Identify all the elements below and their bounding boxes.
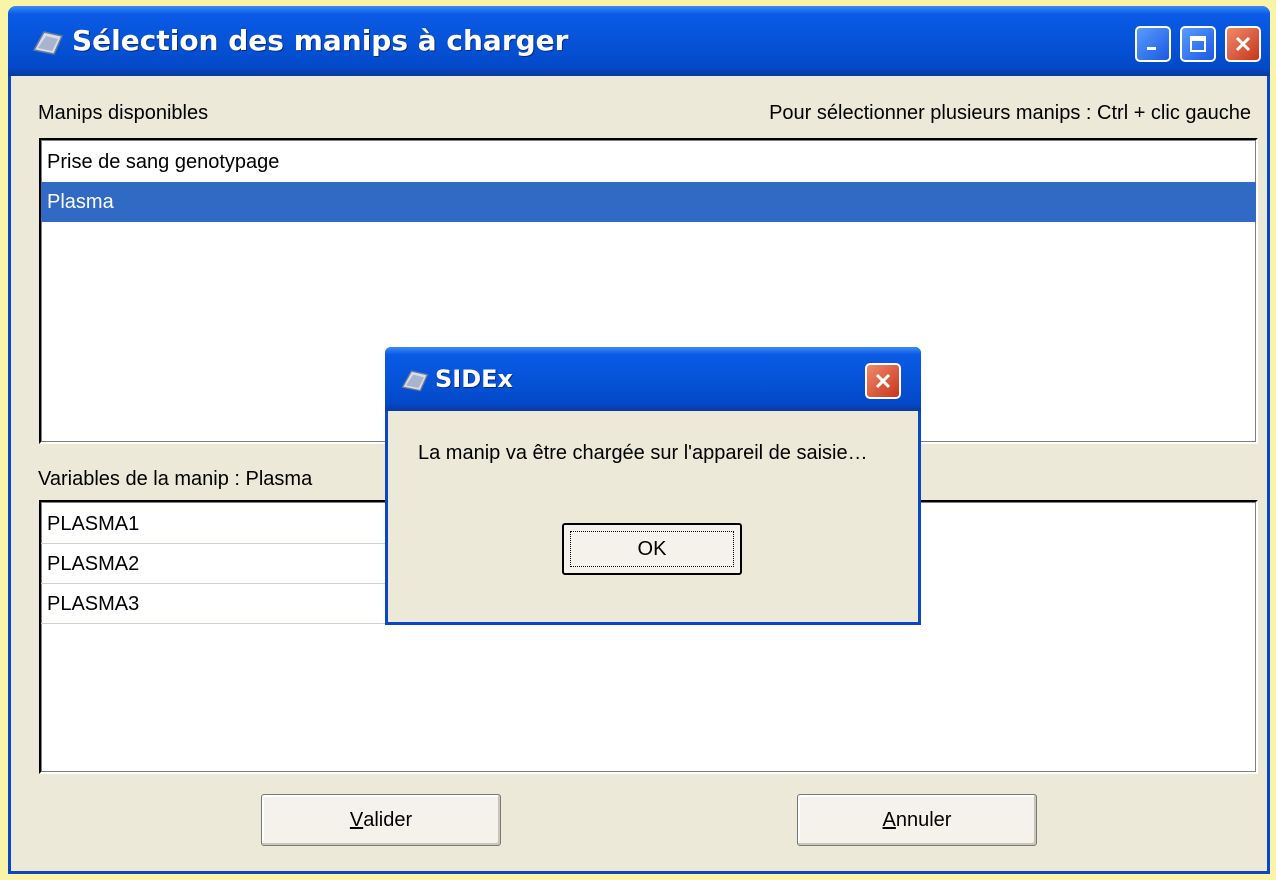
message-dialog: SIDEx La manip va être chargée sur l'app… <box>385 347 921 625</box>
cancel-mnemonic: A <box>882 808 896 831</box>
dialog-title: SIDEx <box>435 365 514 393</box>
minimize-icon <box>1147 47 1156 50</box>
cancel-button[interactable]: Annuler <box>797 794 1037 846</box>
variable-name: PLASMA2 <box>47 553 140 575</box>
window-title: Sélection des manips à charger <box>72 24 569 57</box>
dialog-close-button[interactable] <box>865 363 901 399</box>
maximize-icon <box>1190 36 1206 52</box>
minimize-button[interactable] <box>1135 26 1171 62</box>
app-icon <box>32 31 64 55</box>
variables-label: Variables de la manip : Plasma <box>38 468 313 490</box>
variable-name: PLASMA3 <box>47 593 140 615</box>
variable-name: PLASMA1 <box>47 513 140 535</box>
app-icon <box>401 370 429 392</box>
list-item-label: Plasma <box>47 191 114 213</box>
dialog-title-bar[interactable]: SIDEx <box>385 347 921 411</box>
validate-mnemonic: V <box>349 808 364 831</box>
list-item-selected[interactable]: Plasma <box>41 182 1256 222</box>
cancel-label: nnuler <box>895 808 952 831</box>
ok-label: OK <box>637 537 667 560</box>
list-item[interactable]: Prise de sang genotypage <box>41 142 1256 182</box>
ok-button[interactable]: OK <box>562 523 742 575</box>
close-icon <box>1235 36 1251 52</box>
multi-select-hint: Pour sélectionner plusieurs manips : Ctr… <box>769 102 1251 124</box>
close-icon <box>875 373 891 389</box>
list-item-label: Prise de sang genotypage <box>47 151 280 173</box>
validate-button[interactable]: Valider <box>261 794 501 846</box>
validate-label: alider <box>363 808 413 831</box>
available-label: Manips disponibles <box>38 102 209 124</box>
maximize-button[interactable] <box>1180 26 1216 62</box>
close-button[interactable] <box>1225 26 1261 62</box>
dialog-message: La manip va être chargée sur l'appareil … <box>418 442 868 464</box>
title-bar[interactable]: Sélection des manips à charger <box>8 6 1270 76</box>
